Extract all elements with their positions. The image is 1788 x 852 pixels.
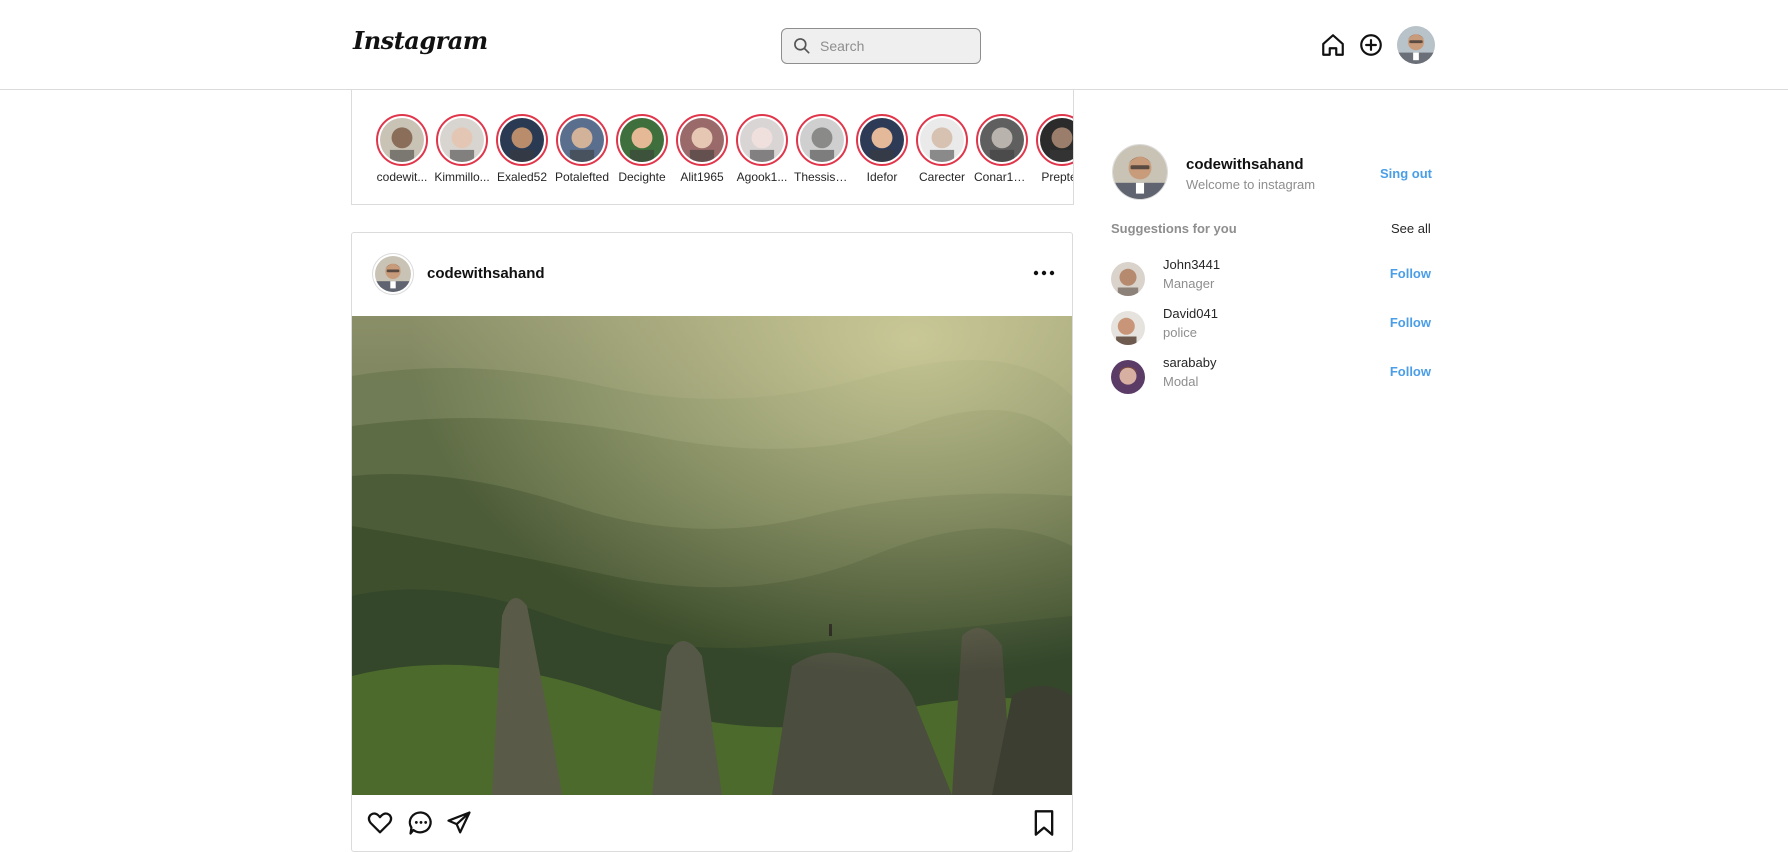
story-avatar <box>500 118 544 162</box>
story-avatar <box>560 118 604 162</box>
current-user-avatar[interactable] <box>1112 144 1170 202</box>
story-avatar <box>860 118 904 162</box>
bookmark-icon[interactable] <box>1030 809 1058 837</box>
story-username: Preptec <box>1041 170 1073 184</box>
search-icon <box>794 38 810 54</box>
story-item[interactable]: codewit... <box>374 114 430 184</box>
follow-button[interactable]: Follow <box>1390 364 1431 379</box>
story-item[interactable]: Thessisc... <box>794 114 850 184</box>
story-username: Agook1... <box>736 170 788 184</box>
suggestion-avatar[interactable] <box>1111 262 1145 296</box>
post-actions-bar <box>352 809 1072 849</box>
story-item[interactable]: Potalefted <box>554 114 610 184</box>
suggestion-avatar[interactable] <box>1111 360 1145 394</box>
suggestion-username[interactable]: John3441 <box>1163 257 1220 272</box>
story-item[interactable]: Agook1... <box>734 114 790 184</box>
story-ring[interactable] <box>616 114 668 166</box>
story-username: Alit1965 <box>680 170 724 184</box>
current-user-subtitle: Welcome to instagram <box>1186 177 1316 192</box>
story-ring[interactable] <box>556 114 608 166</box>
story-ring[interactable] <box>676 114 728 166</box>
story-avatar <box>980 118 1024 162</box>
current-user-username[interactable]: codewithsahand <box>1186 156 1304 173</box>
story-ring[interactable] <box>916 114 968 166</box>
story-ring[interactable] <box>1036 114 1073 166</box>
heart-icon[interactable] <box>366 809 394 837</box>
story-item[interactable]: Kimmillo... <box>434 114 490 184</box>
story-avatar <box>800 118 844 162</box>
post-author-username[interactable]: codewithsahand <box>427 265 545 282</box>
suggestion-item: sarababy Modal Follow <box>1111 354 1431 398</box>
suggestion-avatar[interactable] <box>1111 311 1145 345</box>
story-item[interactable]: Decighte <box>614 114 670 184</box>
story-item[interactable]: Idefor <box>854 114 910 184</box>
story-ring[interactable] <box>436 114 488 166</box>
search-input[interactable] <box>820 36 970 56</box>
story-username: Potalefted <box>554 170 610 184</box>
home-icon[interactable] <box>1320 32 1346 58</box>
post-image[interactable] <box>352 316 1072 795</box>
see-all-link[interactable]: See all <box>1391 221 1431 236</box>
story-username: Carecter <box>918 170 965 184</box>
search-box[interactable] <box>781 28 981 64</box>
story-username: Kimmillo... <box>434 170 490 184</box>
story-ring[interactable] <box>856 114 908 166</box>
suggestion-role: police <box>1163 325 1197 340</box>
story-item[interactable]: Preptec <box>1034 114 1073 184</box>
story-username: Exaled52 <box>496 170 548 184</box>
suggestion-role: Modal <box>1163 374 1199 389</box>
story-ring[interactable] <box>496 114 548 166</box>
story-avatar <box>620 118 664 162</box>
story-item[interactable]: Exaled52 <box>494 114 550 184</box>
story-username: Thessisc... <box>794 170 850 184</box>
feed-post: codewithsahand <box>351 232 1073 852</box>
suggestion-username[interactable]: David041 <box>1163 306 1218 321</box>
story-avatar <box>1040 118 1073 162</box>
story-item[interactable]: Conar19... <box>974 114 1030 184</box>
story-ring[interactable] <box>376 114 428 166</box>
story-ring[interactable] <box>736 114 788 166</box>
story-avatar <box>680 118 724 162</box>
add-post-icon[interactable] <box>1358 32 1384 58</box>
post-author-avatar[interactable] <box>372 253 414 295</box>
story-item[interactable]: Alit1965 <box>674 114 730 184</box>
story-ring[interactable] <box>976 114 1028 166</box>
comment-icon[interactable] <box>407 809 435 837</box>
share-icon[interactable] <box>445 809 473 837</box>
follow-button[interactable]: Follow <box>1390 266 1431 281</box>
stories-bar: codewit... Kimmillo... Exaled52 Potalefted D… <box>351 90 1074 205</box>
suggestions-title: Suggestions for you <box>1111 221 1237 236</box>
suggestion-item: David041 police Follow <box>1111 305 1431 349</box>
sign-out-link[interactable]: Sing out <box>1380 166 1432 181</box>
more-horizontal-icon[interactable] <box>1032 263 1056 283</box>
story-ring[interactable] <box>796 114 848 166</box>
story-username: Conar19... <box>974 170 1030 184</box>
follow-button[interactable]: Follow <box>1390 315 1431 330</box>
profile-avatar[interactable] <box>1397 26 1435 64</box>
suggestion-role: Manager <box>1163 276 1215 291</box>
story-avatar <box>440 118 484 162</box>
story-avatar <box>380 118 424 162</box>
story-avatar <box>920 118 964 162</box>
story-username: codewit... <box>376 170 428 184</box>
top-navbar: Instagram <box>0 0 1788 90</box>
story-avatar <box>740 118 784 162</box>
instagram-logo[interactable]: Instagram <box>353 26 488 55</box>
suggestion-item: John3441 Manager Follow <box>1111 256 1431 300</box>
post-header: codewithsahand <box>352 233 1072 316</box>
story-username: Idefor <box>866 170 898 184</box>
suggestion-username[interactable]: sarababy <box>1163 355 1216 370</box>
story-username: Decighte <box>618 170 666 184</box>
story-item[interactable]: Carecter <box>914 114 970 184</box>
